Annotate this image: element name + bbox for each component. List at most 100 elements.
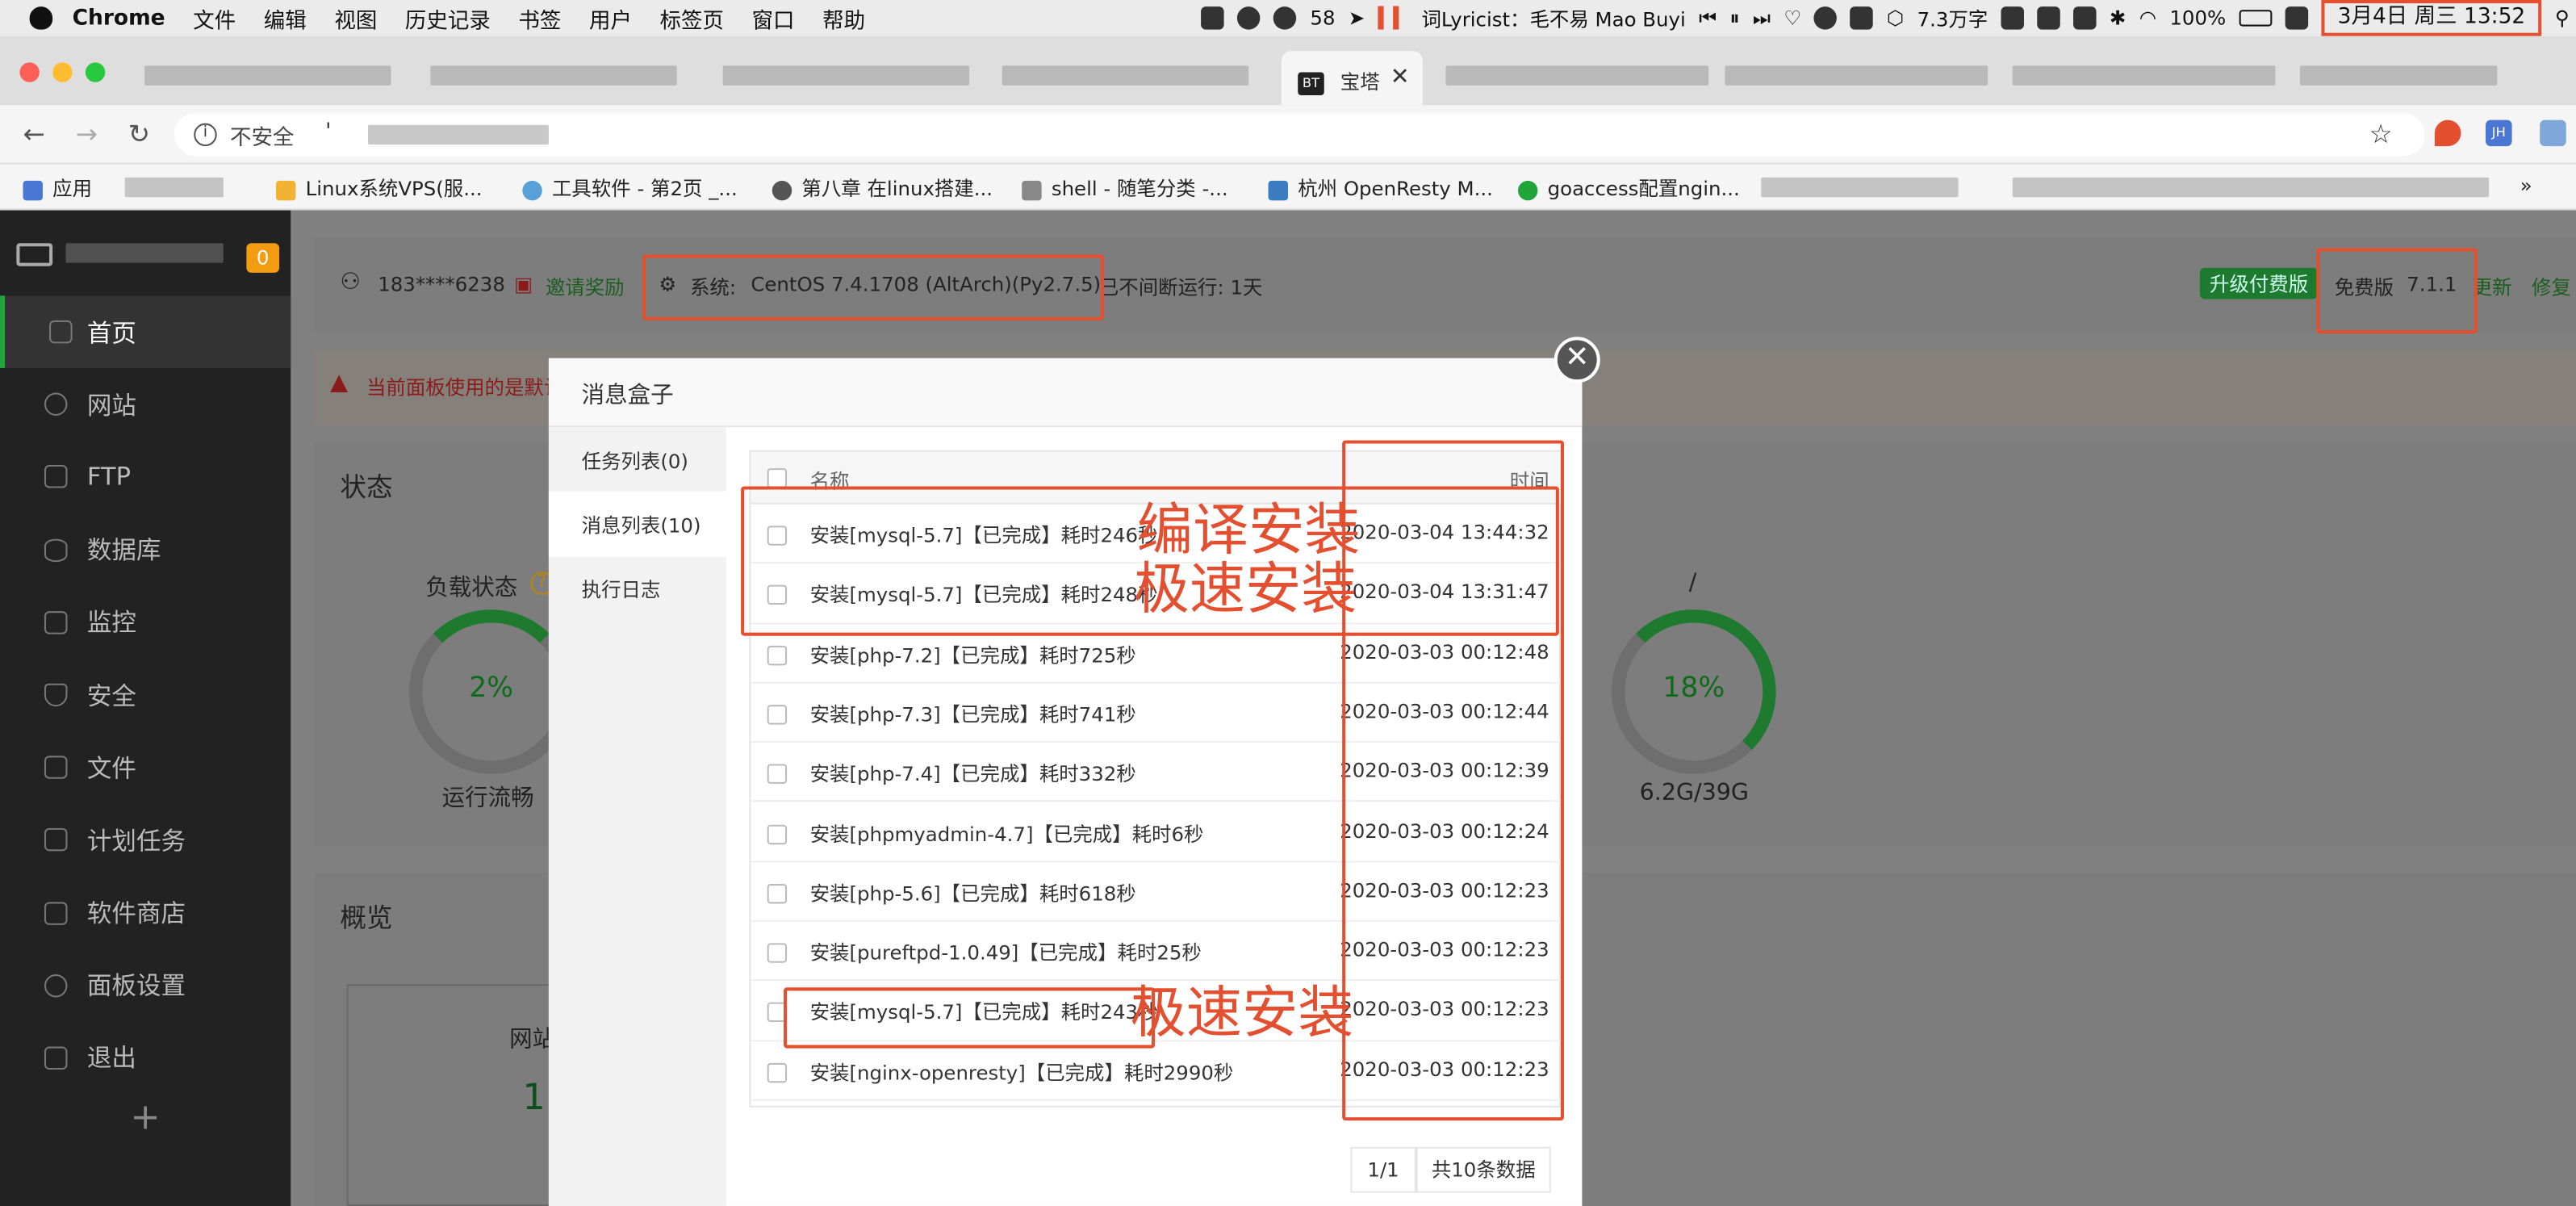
folder-icon <box>44 756 68 780</box>
bluetooth-icon[interactable]: ✱ <box>2110 6 2126 29</box>
blurred-tab[interactable] <box>722 65 970 86</box>
tab-message-list[interactable]: 消息列表(10) <box>548 491 726 558</box>
row-checkbox[interactable] <box>767 764 788 785</box>
upgrade-button[interactable]: 升级付费版 <box>2199 267 2319 299</box>
box-icon[interactable]: ⬡ <box>1887 6 1904 29</box>
user-phone[interactable]: 183****6238 <box>378 273 505 295</box>
modal-close-button[interactable]: ✕ <box>1554 337 1600 383</box>
minimize-window-button[interactable] <box>52 62 73 82</box>
blurred-tab[interactable] <box>2012 65 2276 86</box>
sidebar-item-database[interactable]: 数据库 <box>0 513 291 586</box>
status-icon[interactable] <box>1202 6 1225 30</box>
database-icon <box>44 538 68 562</box>
battery-icon[interactable] <box>2239 10 2273 27</box>
invite-link[interactable]: 邀请奖励 <box>546 273 625 301</box>
grid-icon[interactable] <box>2037 6 2060 30</box>
qq-icon[interactable] <box>1237 6 1261 30</box>
annotation-fast-label: 极速安装 <box>1133 557 1357 623</box>
sidebar-item-home[interactable]: 首页 <box>0 295 291 369</box>
sidebar-item-settings[interactable]: 面板设置 <box>0 949 291 1022</box>
reload-icon[interactable]: ↻ <box>128 119 150 150</box>
notification-badge[interactable]: 0 <box>246 243 280 273</box>
blurred-tab[interactable] <box>2299 65 2498 86</box>
menu-bookmarks[interactable]: 书签 <box>518 2 561 34</box>
sidebar-item-logout[interactable]: 退出 <box>0 1022 291 1095</box>
sidebar-item-files[interactable]: 文件 <box>0 731 291 804</box>
pager-current[interactable]: 1/1 <box>1350 1146 1416 1193</box>
tab-exec-log[interactable]: 执行日志 <box>549 555 726 621</box>
map-pin-icon[interactable] <box>2434 119 2461 147</box>
sidebar-item-cron[interactable]: 计划任务 <box>0 804 291 877</box>
app-icon[interactable] <box>1814 6 1838 30</box>
menu-help[interactable]: 帮助 <box>822 2 865 34</box>
blurred-bookmark[interactable] <box>124 177 224 198</box>
load-caption: 运行流畅 <box>441 785 534 812</box>
heart-icon[interactable]: ♡ <box>1784 6 1801 29</box>
tab-task-list[interactable]: 任务列表(0) <box>549 427 726 492</box>
update-link[interactable]: 更新 <box>2473 273 2512 301</box>
clapper-icon[interactable] <box>1850 6 1874 30</box>
menu-app-name[interactable]: Chrome <box>73 6 165 31</box>
blurred-tab[interactable] <box>1002 65 1249 86</box>
mac-menubar: Chrome 文件 编辑 视图 历史记录 书签 用户 标签页 窗口 帮助 58 … <box>0 0 2576 36</box>
blurred-tab[interactable] <box>1445 65 1709 86</box>
bookmark-item[interactable]: 工具软件 - 第2页 _... <box>522 174 738 203</box>
menu-history[interactable]: 历史记录 <box>405 2 491 34</box>
row-checkbox[interactable] <box>767 883 788 904</box>
info-icon[interactable]: i <box>194 123 217 147</box>
next-track-icon[interactable]: ⏭ <box>1753 6 1771 31</box>
bookmark-item[interactable]: Linux系统VPS(服... <box>275 174 483 203</box>
bookmarks-more-icon[interactable]: » <box>2520 174 2532 197</box>
bookmark-item[interactable]: 杭州 OpenResty M... <box>1268 174 1493 203</box>
row-checkbox[interactable] <box>767 823 788 844</box>
zoom-window-button[interactable] <box>85 62 106 82</box>
menu-file[interactable]: 文件 <box>193 2 236 34</box>
menu-edit[interactable]: 编辑 <box>264 2 307 34</box>
blurred-tab[interactable] <box>1725 65 1988 86</box>
row-checkbox[interactable] <box>767 1062 788 1082</box>
blurred-bookmark[interactable] <box>2012 177 2490 198</box>
sidebar-item-website[interactable]: 网站 <box>0 368 291 441</box>
extension-icon[interactable] <box>2540 119 2566 147</box>
blurred-bookmark[interactable] <box>1761 177 1959 198</box>
blurred-tab[interactable] <box>430 65 677 86</box>
wifi-icon[interactable]: ◠ <box>2139 6 2156 29</box>
spotlight-icon[interactable]: ⚲ <box>2555 6 2570 29</box>
menu-window[interactable]: 窗口 <box>752 2 795 34</box>
url-field[interactable]: i 不安全 ' <box>174 113 2425 157</box>
row-checkbox[interactable] <box>767 943 788 963</box>
sidebar-item-label: 退出 <box>86 1044 136 1074</box>
bookmark-item[interactable]: shell - 随笔分类 -... <box>1022 174 1228 203</box>
prev-track-icon[interactable]: ⏮ <box>1699 6 1717 31</box>
mic-icon[interactable] <box>2001 6 2025 30</box>
send-icon[interactable]: ➤ <box>1349 6 1365 29</box>
disk-gauge[interactable]: 18% <box>1612 609 1776 774</box>
sidebar-item-ftp[interactable]: FTP <box>0 441 291 513</box>
wechat-icon[interactable] <box>1273 6 1298 30</box>
sidebar-item-store[interactable]: 软件商店 <box>0 877 291 949</box>
bookmark-apps[interactable]: 应用 <box>23 174 92 203</box>
sidebar-add-button[interactable]: + <box>0 1098 291 1139</box>
bookmark-item[interactable]: 第八章 在linux搭建... <box>772 174 993 203</box>
pen-icon[interactable] <box>2073 6 2097 30</box>
bookmark-item[interactable]: goaccess配置ngin... <box>1517 174 1740 203</box>
tab-active[interactable]: BT 宝塔 ✕ <box>1281 51 1423 106</box>
menu-tab[interactable]: 标签页 <box>660 2 724 34</box>
menu-people[interactable]: 用户 <box>589 2 632 34</box>
forward-icon[interactable]: → <box>76 119 98 150</box>
apple-icon[interactable] <box>29 6 53 30</box>
menu-view[interactable]: 视图 <box>334 2 377 34</box>
back-icon[interactable]: ← <box>23 119 44 150</box>
blurred-tab[interactable] <box>144 65 391 86</box>
select-all-checkbox[interactable] <box>767 468 788 488</box>
close-window-button[interactable] <box>19 62 40 82</box>
row-checkbox[interactable] <box>767 645 788 665</box>
jh-extension-icon[interactable]: JH <box>2486 119 2512 147</box>
sidebar-item-monitor[interactable]: 监控 <box>0 586 291 659</box>
pause-icon[interactable]: ⏸ <box>1729 6 1739 31</box>
tab-close-icon[interactable]: ✕ <box>1390 64 1410 90</box>
row-checkbox[interactable] <box>767 704 788 725</box>
bookmark-star-icon[interactable]: ☆ <box>2369 119 2392 150</box>
repair-link[interactable]: 修复 <box>2532 273 2571 301</box>
sidebar-item-security[interactable]: 安全 <box>0 659 291 731</box>
